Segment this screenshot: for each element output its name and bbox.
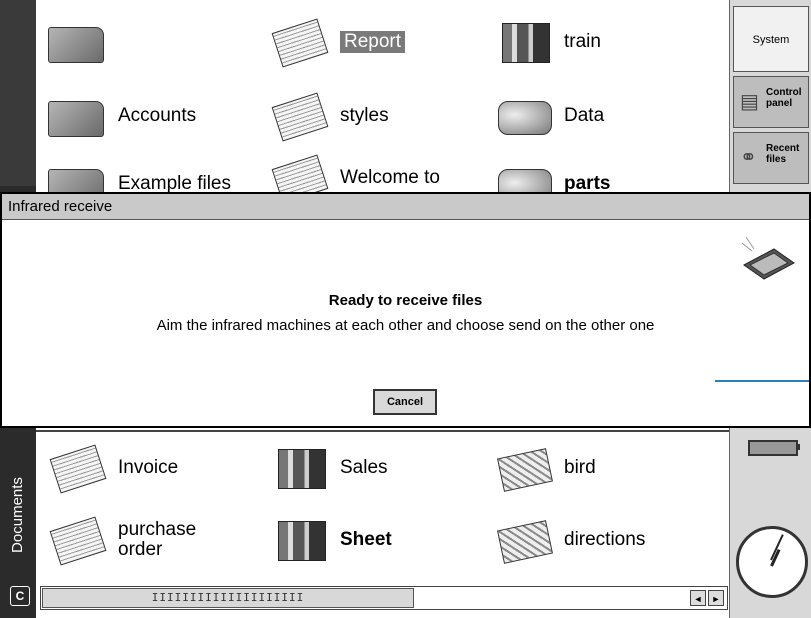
file-item-bird[interactable]: bird xyxy=(492,447,596,492)
file-item-directions[interactable]: directions xyxy=(492,519,646,564)
scrollbar-thumb[interactable]: IIIIIIIIIIIIIIIIIIII xyxy=(42,588,414,608)
word-document-icon xyxy=(268,18,332,68)
word-document-icon xyxy=(268,92,332,142)
sketch-icon xyxy=(492,519,556,564)
cancel-button[interactable]: Cancel xyxy=(373,389,437,415)
dialog-heading: Ready to receive files xyxy=(328,292,483,309)
file-item-purchase-order[interactable]: purchase order xyxy=(46,516,238,566)
file-item-data[interactable]: Data xyxy=(492,96,604,136)
control-panel-label: Control panel xyxy=(766,87,802,109)
file-item-invoice[interactable]: Invoice xyxy=(46,444,179,494)
file-item-styles[interactable]: styles xyxy=(268,92,389,142)
item-label: Accounts xyxy=(118,105,197,126)
dialog-title: Infrared receive xyxy=(2,194,809,220)
control-panel-icon: ▤ xyxy=(740,91,759,113)
folder-item[interactable] xyxy=(46,21,118,63)
word-document-icon xyxy=(46,444,110,494)
file-item-report[interactable]: Report xyxy=(268,18,406,68)
item-label: purchase order xyxy=(118,519,197,560)
spreadsheet-icon xyxy=(492,21,556,63)
sketch-icon xyxy=(492,447,556,492)
item-label: directions xyxy=(564,529,646,550)
item-label: Data xyxy=(564,105,605,126)
file-item-sales[interactable]: Sales xyxy=(268,447,388,489)
item-label: train xyxy=(564,31,601,52)
file-item-sheet[interactable]: Sheet xyxy=(268,519,392,561)
folder-item-accounts[interactable]: Accounts xyxy=(46,95,197,137)
database-icon xyxy=(492,95,556,137)
system-button[interactable]: System xyxy=(733,6,809,72)
word-document-icon xyxy=(46,516,110,566)
recent-files-button[interactable]: ⚭ Recent files xyxy=(733,132,809,184)
folder-icon xyxy=(46,95,110,137)
left-bar-top xyxy=(0,0,36,186)
item-label: styles xyxy=(340,105,389,126)
battery-icon xyxy=(748,440,798,456)
recent-files-icon: ⚭ xyxy=(740,147,757,169)
spreadsheet-icon xyxy=(268,519,332,561)
documents-tab-label[interactable]: Documents xyxy=(8,465,28,565)
item-label: Report xyxy=(340,31,406,53)
dialog-message: Aim the infrared machines at each other … xyxy=(156,317,655,334)
item-label: Sheet xyxy=(340,529,392,550)
accent-line xyxy=(715,380,809,382)
battery-tip xyxy=(796,444,800,450)
drive-c-icon[interactable]: C xyxy=(10,586,30,606)
spreadsheet-icon xyxy=(268,447,332,489)
scroll-left-arrow-icon[interactable]: ◄ xyxy=(690,590,706,606)
control-panel-button[interactable]: ▤ Control panel xyxy=(733,76,809,128)
item-label: bird xyxy=(564,457,596,478)
scroll-right-arrow-icon[interactable]: ► xyxy=(708,590,724,606)
item-label: Sales xyxy=(340,457,388,478)
infrared-device-icon xyxy=(741,236,795,280)
divider xyxy=(36,430,729,432)
item-label: Invoice xyxy=(118,457,179,478)
item-label: Welcome to xyxy=(340,167,440,188)
recent-files-label: Recent files xyxy=(766,143,800,165)
file-item-train[interactable]: train xyxy=(492,21,601,63)
folder-icon xyxy=(46,21,110,63)
